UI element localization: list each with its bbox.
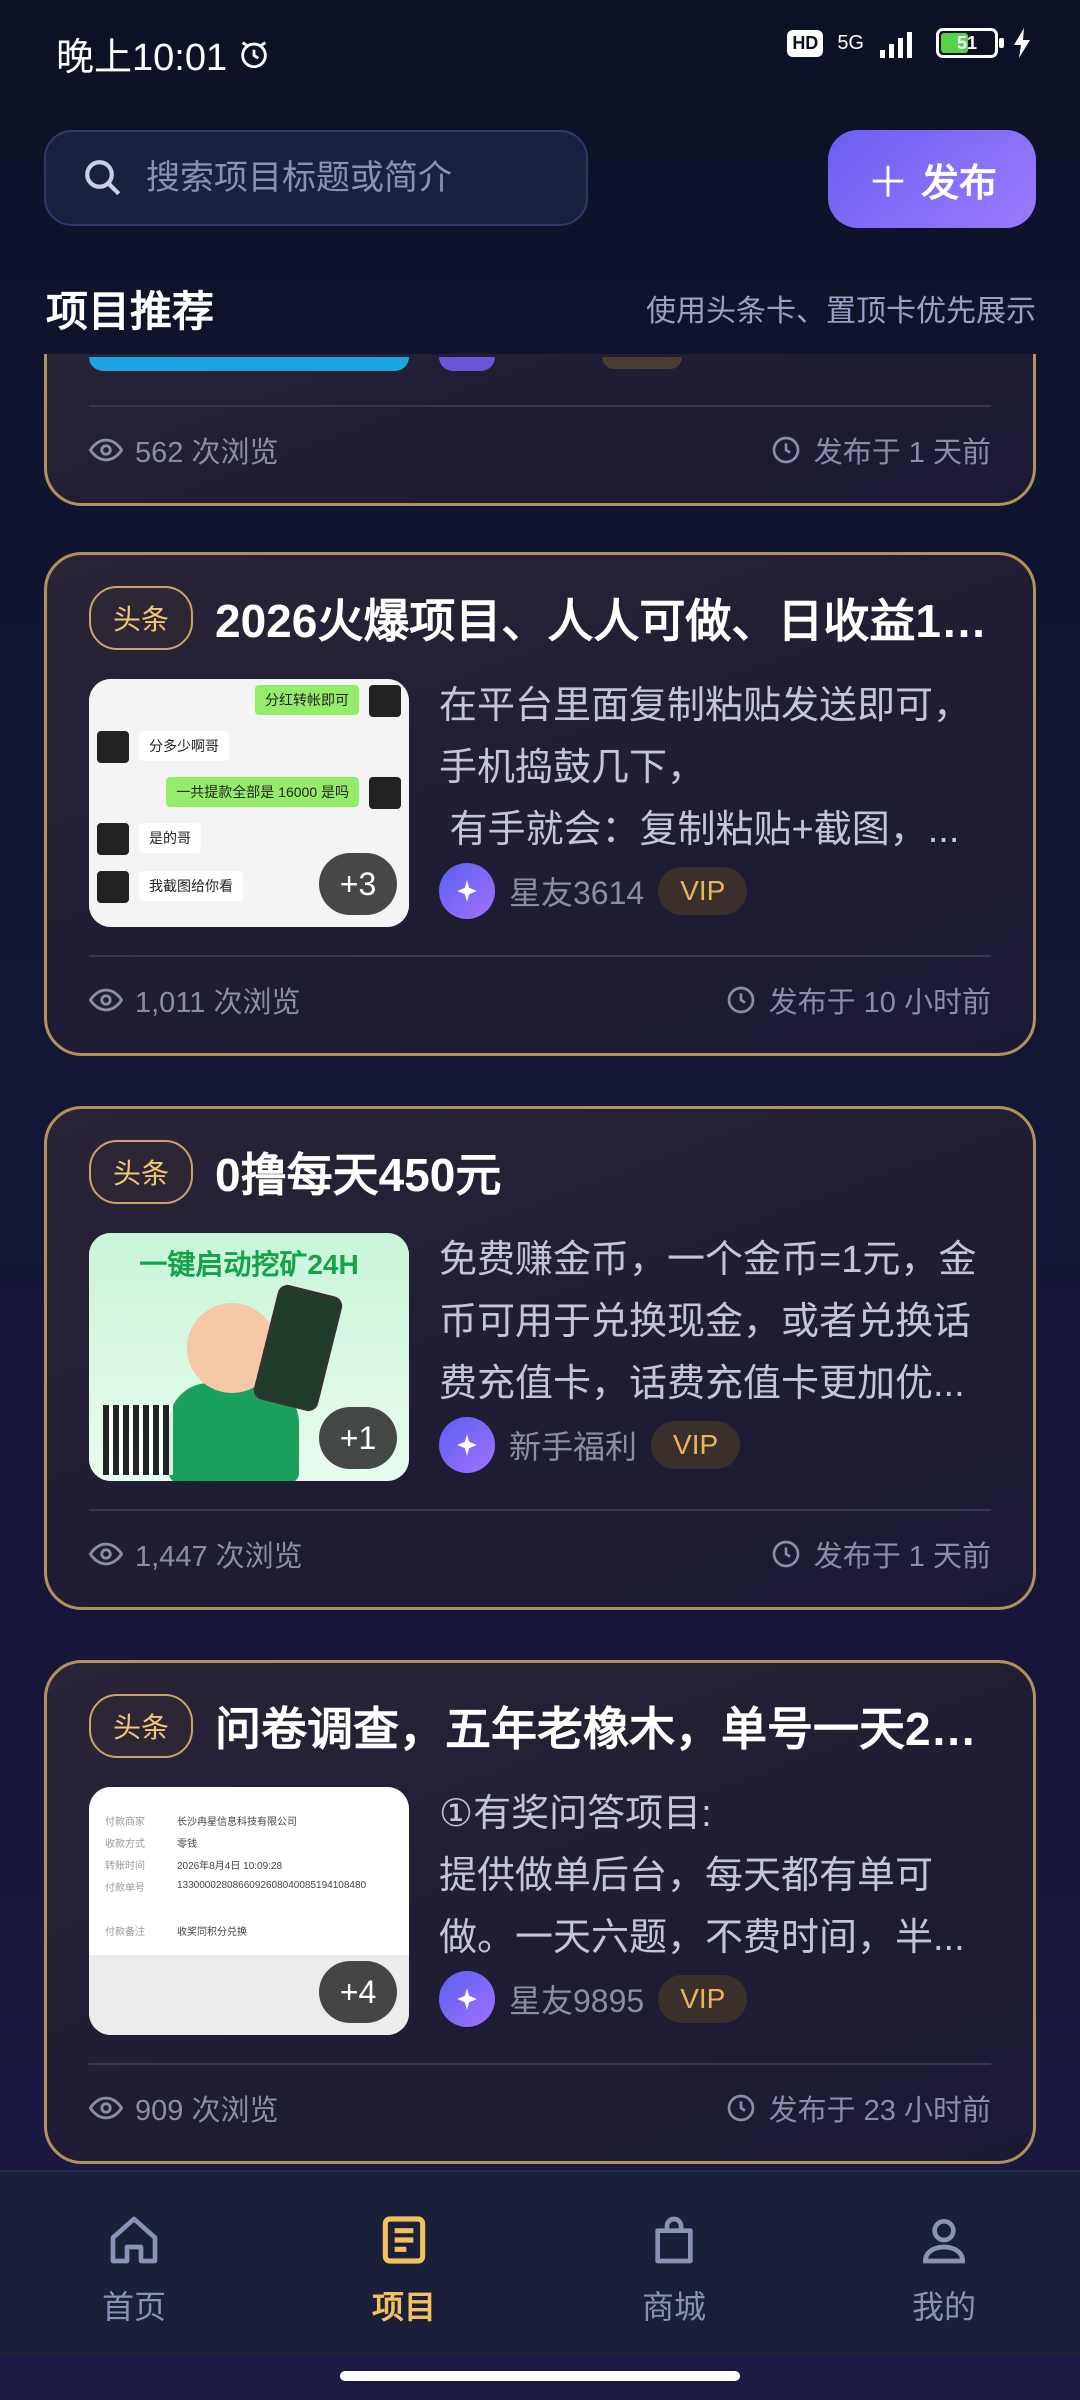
section-title: 项目推荐 — [46, 288, 215, 335]
avatar — [439, 1971, 495, 2027]
avatar — [439, 863, 495, 919]
hd-icon: HD — [787, 29, 824, 57]
card-description: 在平台里面复制粘贴发送即可， 手机捣鼓几下， 有手就会：复制粘贴+截图，... — [439, 685, 972, 851]
view-count: 909 次浏览 — [135, 2095, 279, 2127]
document-icon — [382, 2216, 426, 2264]
bottom-nav: 首页 项目 商城 我的 — [0, 2170, 1080, 2356]
headline-tag: 头条 — [89, 1140, 194, 1204]
view-count: 1,011 次浏览 — [135, 987, 301, 1019]
battery-icon: 51 — [936, 28, 1004, 58]
sparkle-icon — [457, 1988, 477, 2010]
card-footer: 909 次浏览 发布于 23 小时前 — [89, 2087, 991, 2129]
status-icons: HD 5G 51 — [787, 28, 1032, 58]
publish-button[interactable]: ＋ 发布 — [828, 130, 1036, 228]
vip-badge: VIP — [651, 1421, 741, 1469]
home-icon — [110, 2216, 158, 2264]
avatar — [439, 1417, 495, 1473]
nav-item-mall[interactable]: 商城 — [574, 2212, 774, 2328]
card-divider — [89, 1509, 991, 1511]
vip-badge: VIP — [658, 867, 748, 915]
card-title: 问卷调查，五年老橡木，单号一天20➕ — [215, 1703, 993, 1755]
partial-avatar — [439, 357, 495, 371]
author-row[interactable]: 星友3614 VIP — [439, 863, 748, 919]
alarm-icon — [241, 40, 267, 68]
author-name: 星友9895 — [509, 1983, 645, 2019]
author-row[interactable]: 星友9895 VIP — [439, 1971, 748, 2027]
image-count-badge: +3 — [319, 853, 397, 915]
eye-icon — [89, 1542, 123, 1566]
search-box[interactable] — [44, 130, 588, 226]
partial-vip — [602, 357, 682, 369]
card-footer: 1,011 次浏览 发布于 10 小时前 — [89, 979, 991, 1021]
image-count-badge: +4 — [319, 1961, 397, 2023]
clock-icon — [727, 2094, 754, 2122]
nav-item-home[interactable]: 首页 — [34, 2212, 234, 2328]
card-description: ①有奖问答项目: 提供做单后台，每天都有单可 做。一天六题，不费时间，半... — [439, 1793, 965, 1959]
author-name: 星友3614 — [509, 875, 645, 911]
eye-icon — [89, 2096, 123, 2120]
clock-icon — [772, 1540, 800, 1568]
publish-time: 发布于 10 小时前 — [768, 987, 991, 1019]
headline-tag: 头条 — [89, 586, 194, 650]
card-thumbnail[interactable]: 分红转帐即可 分多少啊哥 一共提款全部是 16000 是吗 是的哥 我截图给你看… — [89, 679, 409, 927]
card-title: 0撸每天450元 — [215, 1149, 502, 1201]
nav-item-projects[interactable]: 项目 — [304, 2212, 504, 2328]
search-input[interactable] — [144, 157, 548, 199]
plus-icon: ＋ — [866, 158, 909, 206]
card-title: 2026火爆项目、人人可做、日收益10... — [215, 595, 993, 647]
author-row[interactable]: 新手福利 VIP — [439, 1417, 741, 1473]
section-subtitle: 使用头条卡、置顶卡优先展示 — [646, 295, 1036, 328]
view-count: 562 次浏览 — [135, 437, 279, 469]
clock-icon — [772, 436, 800, 464]
card-divider — [89, 955, 991, 957]
project-list[interactable]: 562 次浏览 发布于 1 天前 头条 2026火爆项目、人人可做、日收益10.… — [0, 354, 1080, 2169]
home-indicator[interactable] — [340, 2371, 740, 2381]
qr-code — [103, 1405, 173, 1475]
view-count: 1,447 次浏览 — [135, 1541, 303, 1573]
card-divider — [89, 2063, 991, 2065]
search-icon — [85, 160, 121, 196]
publish-time: 发布于 1 天前 — [813, 1541, 991, 1573]
project-card[interactable]: 头条 问卷调查，五年老橡木，单号一天20➕ 付款商家 长沙冉星信息科技有限公司 收… — [44, 1660, 1036, 2164]
image-count-badge: +1 — [319, 1407, 397, 1469]
sparkle-icon — [457, 880, 477, 902]
publish-time: 发布于 1 天前 — [813, 437, 991, 469]
card-footer: 562 次浏览 发布于 1 天前 — [89, 429, 991, 471]
card-description: 免费赚金币，一个金币=1元，金 币可用于兑换现金，或者兑换话 费充值卡，话费充值… — [439, 1239, 977, 1405]
charging-icon — [1014, 28, 1030, 58]
card-divider — [89, 405, 991, 407]
eye-icon — [89, 988, 123, 1012]
status-bar: 晚上10:01 HD 5G 51 — [0, 0, 1080, 96]
headline-tag: 头条 — [89, 1694, 194, 1758]
card-thumbnail[interactable]: 付款商家 长沙冉星信息科技有限公司 收款方式 零钱 转账时间 2026年8月4日 10… — [89, 1787, 409, 2035]
eye-icon — [89, 438, 123, 462]
signal-icon — [880, 32, 912, 58]
sparkle-icon — [457, 1434, 477, 1456]
user-icon — [922, 2219, 966, 2264]
status-time: 晚上10:01 — [56, 26, 271, 81]
shopping-bag-icon — [655, 2216, 693, 2264]
publish-time: 发布于 23 小时前 — [768, 2095, 991, 2127]
project-card[interactable]: 头条 2026火爆项目、人人可做、日收益10... 分红转帐即可 分多少啊哥 一… — [44, 552, 1036, 1056]
card-footer: 1,447 次浏览 发布于 1 天前 — [89, 1533, 991, 1575]
card-thumbnail[interactable]: 一键启动挖矿24H +1 — [89, 1233, 409, 1481]
partial-thumbnail — [89, 357, 409, 371]
nav-item-mine[interactable]: 我的 — [844, 2212, 1044, 2328]
clock-icon — [727, 986, 754, 1014]
project-card[interactable]: 头条 0撸每天450元 一键启动挖矿24H +1 免费赚金币，一个金币=1元，金… — [44, 1106, 1036, 1610]
project-card[interactable]: 562 次浏览 发布于 1 天前 — [44, 354, 1036, 506]
vip-badge: VIP — [658, 1975, 748, 2023]
author-name: 新手福利 — [509, 1429, 638, 1465]
network-label: 5G — [837, 32, 864, 54]
